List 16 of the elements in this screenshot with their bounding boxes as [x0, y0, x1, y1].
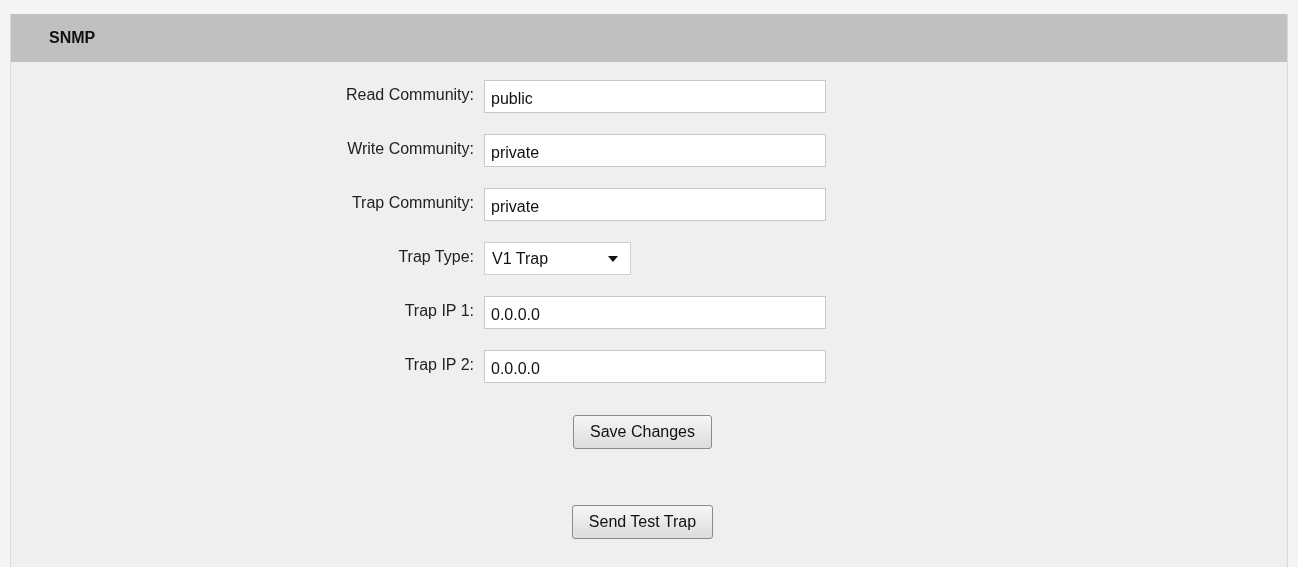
- field-label: Trap Community:: [351, 193, 474, 212]
- input-field[interactable]: 0.0.0.0: [484, 350, 826, 383]
- input-field[interactable]: public: [484, 80, 826, 113]
- field-label: Trap IP 1:: [404, 301, 474, 320]
- input-field[interactable]: private: [484, 188, 826, 221]
- save-button[interactable]: Save Changes: [573, 415, 712, 449]
- field-label: Trap Type:: [398, 247, 474, 266]
- field-label: Trap IP 2:: [404, 355, 474, 374]
- trap-type-select[interactable]: V1 Trap: [484, 242, 631, 275]
- input-field[interactable]: 0.0.0.0: [484, 296, 826, 329]
- field-label: Read Community:: [345, 85, 474, 104]
- input-field[interactable]: private: [484, 134, 826, 167]
- panel-title: SNMP: [11, 14, 1287, 62]
- caret-icon: [608, 255, 618, 262]
- field-label: Write Community:: [347, 139, 474, 158]
- send-button[interactable]: Send Test Trap: [571, 505, 714, 539]
